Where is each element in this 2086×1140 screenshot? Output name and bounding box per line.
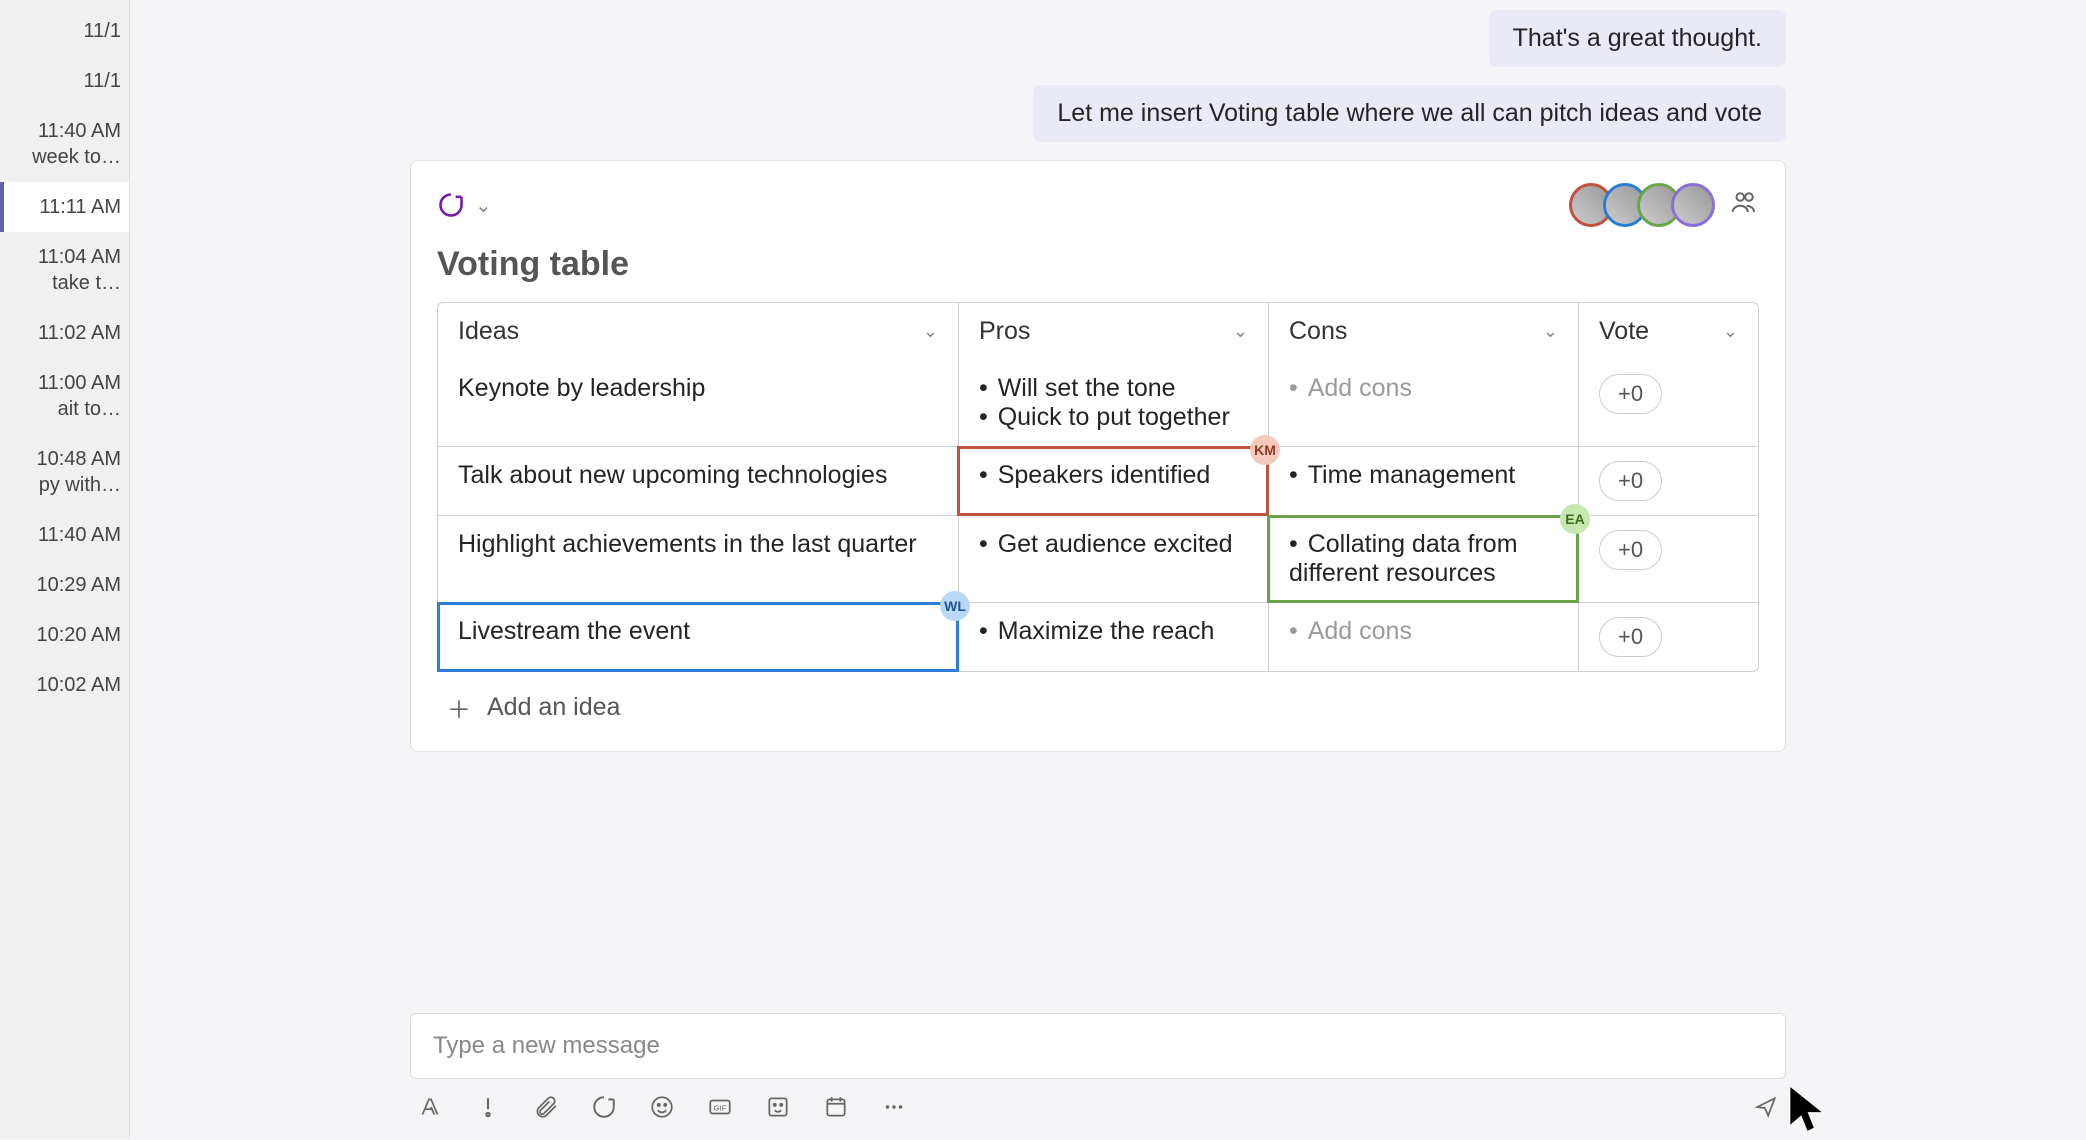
presence-avatars <box>1579 183 1759 227</box>
cons-cell[interactable]: Time management <box>1268 447 1578 515</box>
idea-cell[interactable]: Talk about new upcoming technologies <box>438 447 958 515</box>
col-header-ideas[interactable]: Ideas ⌄ <box>438 303 958 360</box>
format-icon[interactable] <box>416 1093 444 1121</box>
vote-cell: +0 <box>1578 603 1758 671</box>
loop-component-menu[interactable]: ⌄ <box>437 191 492 219</box>
schedule-icon[interactable] <box>822 1093 850 1121</box>
presence-badge: WL <box>940 591 970 621</box>
priority-icon[interactable] <box>474 1093 502 1121</box>
cons-cell[interactable]: Collating data from different resourcesE… <box>1268 516 1578 602</box>
chat-list-item[interactable]: 11:40 AM week to… <box>0 106 129 182</box>
chat-main: That's a great thought. Let me insert Vo… <box>130 0 2086 1139</box>
chevron-down-icon: ⌄ <box>923 321 938 342</box>
vote-cell: +0 <box>1578 360 1758 446</box>
presence-badge: EA <box>1560 504 1590 534</box>
table-row: Highlight achievements in the last quart… <box>438 515 1758 602</box>
plus-icon: ＋ <box>447 690 471 725</box>
chat-list-time: 11:40 AM <box>38 120 121 142</box>
chat-list-time: 10:02 AM <box>36 674 121 696</box>
presence-avatar[interactable] <box>1671 183 1715 227</box>
chat-list-time: 11:00 AM <box>38 372 121 394</box>
chat-list-preview: take t… <box>4 270 121 296</box>
emoji-icon[interactable] <box>648 1093 676 1121</box>
chat-list-item[interactable]: 11:40 AM <box>0 510 129 560</box>
vote-button[interactable]: +0 <box>1599 374 1662 414</box>
chat-list-item[interactable]: 11/1 <box>0 56 129 106</box>
chat-list-preview: py with… <box>4 472 121 498</box>
chat-list-time: 10:29 AM <box>36 574 121 596</box>
gif-icon[interactable]: GIF <box>706 1093 734 1121</box>
idea-cell[interactable]: Livestream the eventWL <box>438 603 958 671</box>
chat-list-item[interactable]: 10:29 AM <box>0 560 129 610</box>
chat-list-time: 11:11 AM <box>39 196 121 218</box>
table-row: Livestream the eventWLMaximize the reach… <box>438 602 1758 671</box>
chat-list-time: 11:02 AM <box>38 322 121 344</box>
chat-list-time: 10:20 AM <box>36 624 121 646</box>
presence-badge: KM <box>1250 435 1280 465</box>
chat-list-item[interactable]: 10:48 AMpy with… <box>0 434 129 510</box>
chat-list-time: 10:48 AM <box>36 448 121 470</box>
cons-cell[interactable]: Add cons <box>1268 603 1578 671</box>
col-header-vote[interactable]: Vote ⌄ <box>1578 303 1758 360</box>
chat-list-preview: ait to… <box>4 396 121 422</box>
compose-toolbar: GIF <box>410 1079 1786 1121</box>
table-row: Keynote by leadershipWill set the toneQu… <box>438 360 1758 446</box>
chat-list-sidebar: 11/1 11/1 11:40 AM week to… 11:11 AM 11:04 A… <box>0 0 130 1139</box>
mouse-cursor <box>1786 1084 1826 1134</box>
card-header: ⌄ <box>437 183 1759 227</box>
vote-button[interactable]: +0 <box>1599 530 1662 570</box>
chat-list-preview: week to… <box>4 144 121 170</box>
chat-list-item[interactable]: 11:11 AM <box>0 182 129 232</box>
message-list: That's a great thought. Let me insert Vo… <box>410 0 1786 973</box>
chevron-down-icon: ⌄ <box>1543 321 1558 342</box>
pros-cell[interactable]: Maximize the reach <box>958 603 1268 671</box>
chevron-down-icon: ⌄ <box>1233 321 1248 342</box>
col-header-cons[interactable]: Cons ⌄ <box>1268 303 1578 360</box>
idea-cell[interactable]: Keynote by leadership <box>438 360 958 446</box>
add-idea-button[interactable]: ＋ Add an idea <box>437 672 1759 727</box>
cons-cell[interactable]: Add cons <box>1268 360 1578 446</box>
chat-list-item[interactable]: 11/1 <box>0 6 129 56</box>
chat-list-item[interactable]: 10:20 AM <box>0 610 129 660</box>
idea-cell[interactable]: Highlight achievements in the last quart… <box>438 516 958 602</box>
vote-button[interactable]: +0 <box>1599 461 1662 501</box>
message-row: That's a great thought. <box>410 10 1786 67</box>
attach-icon[interactable] <box>532 1093 560 1121</box>
chevron-down-icon: ⌄ <box>475 193 492 218</box>
card-title: Voting table <box>437 245 1759 284</box>
sticker-icon[interactable] <box>764 1093 792 1121</box>
send-icon[interactable] <box>1752 1093 1780 1121</box>
pros-cell[interactable]: Speakers identifiedKM <box>958 447 1268 515</box>
svg-text:GIF: GIF <box>714 1103 727 1112</box>
compose-area: Type a new message GIF <box>410 973 1786 1139</box>
chevron-down-icon: ⌄ <box>1723 321 1738 342</box>
message-input[interactable]: Type a new message <box>410 1013 1786 1079</box>
table-row: Talk about new upcoming technologiesSpea… <box>438 446 1758 515</box>
loop-icon <box>437 191 465 219</box>
message-row: Let me insert Voting table where we all … <box>410 85 1786 142</box>
chat-list-time: 11/1 <box>84 70 121 92</box>
chat-list-item[interactable]: 11:00 AMait to… <box>0 358 129 434</box>
col-header-pros[interactable]: Pros ⌄ <box>958 303 1268 360</box>
message-bubble: Let me insert Voting table where we all … <box>1033 85 1786 142</box>
loop-voting-card: ⌄ Voting table Ideas <box>410 160 1786 752</box>
pros-cell[interactable]: Get audience excited <box>958 516 1268 602</box>
chat-list-time: 11:40 AM <box>38 524 121 546</box>
chat-list-item[interactable]: 10:02 AM <box>0 660 129 710</box>
share-people-icon[interactable] <box>1729 187 1759 223</box>
voting-table: Ideas ⌄ Pros ⌄ Cons ⌄ Vote ⌄ <box>437 302 1759 672</box>
vote-button[interactable]: +0 <box>1599 617 1662 657</box>
chat-list-item[interactable]: 11:02 AM <box>0 308 129 358</box>
chat-list-time: 11:04 AM <box>38 246 121 268</box>
table-header-row: Ideas ⌄ Pros ⌄ Cons ⌄ Vote ⌄ <box>438 303 1758 360</box>
loop-icon[interactable] <box>590 1093 618 1121</box>
message-bubble: That's a great thought. <box>1489 10 1786 67</box>
chat-list-time: 11/1 <box>84 20 121 42</box>
vote-cell: +0 <box>1578 516 1758 602</box>
vote-cell: +0 <box>1578 447 1758 515</box>
more-icon[interactable] <box>880 1093 908 1121</box>
chat-list-item[interactable]: 11:04 AM take t… <box>0 232 129 308</box>
add-idea-label: Add an idea <box>487 693 620 722</box>
pros-cell[interactable]: Will set the toneQuick to put together <box>958 360 1268 446</box>
